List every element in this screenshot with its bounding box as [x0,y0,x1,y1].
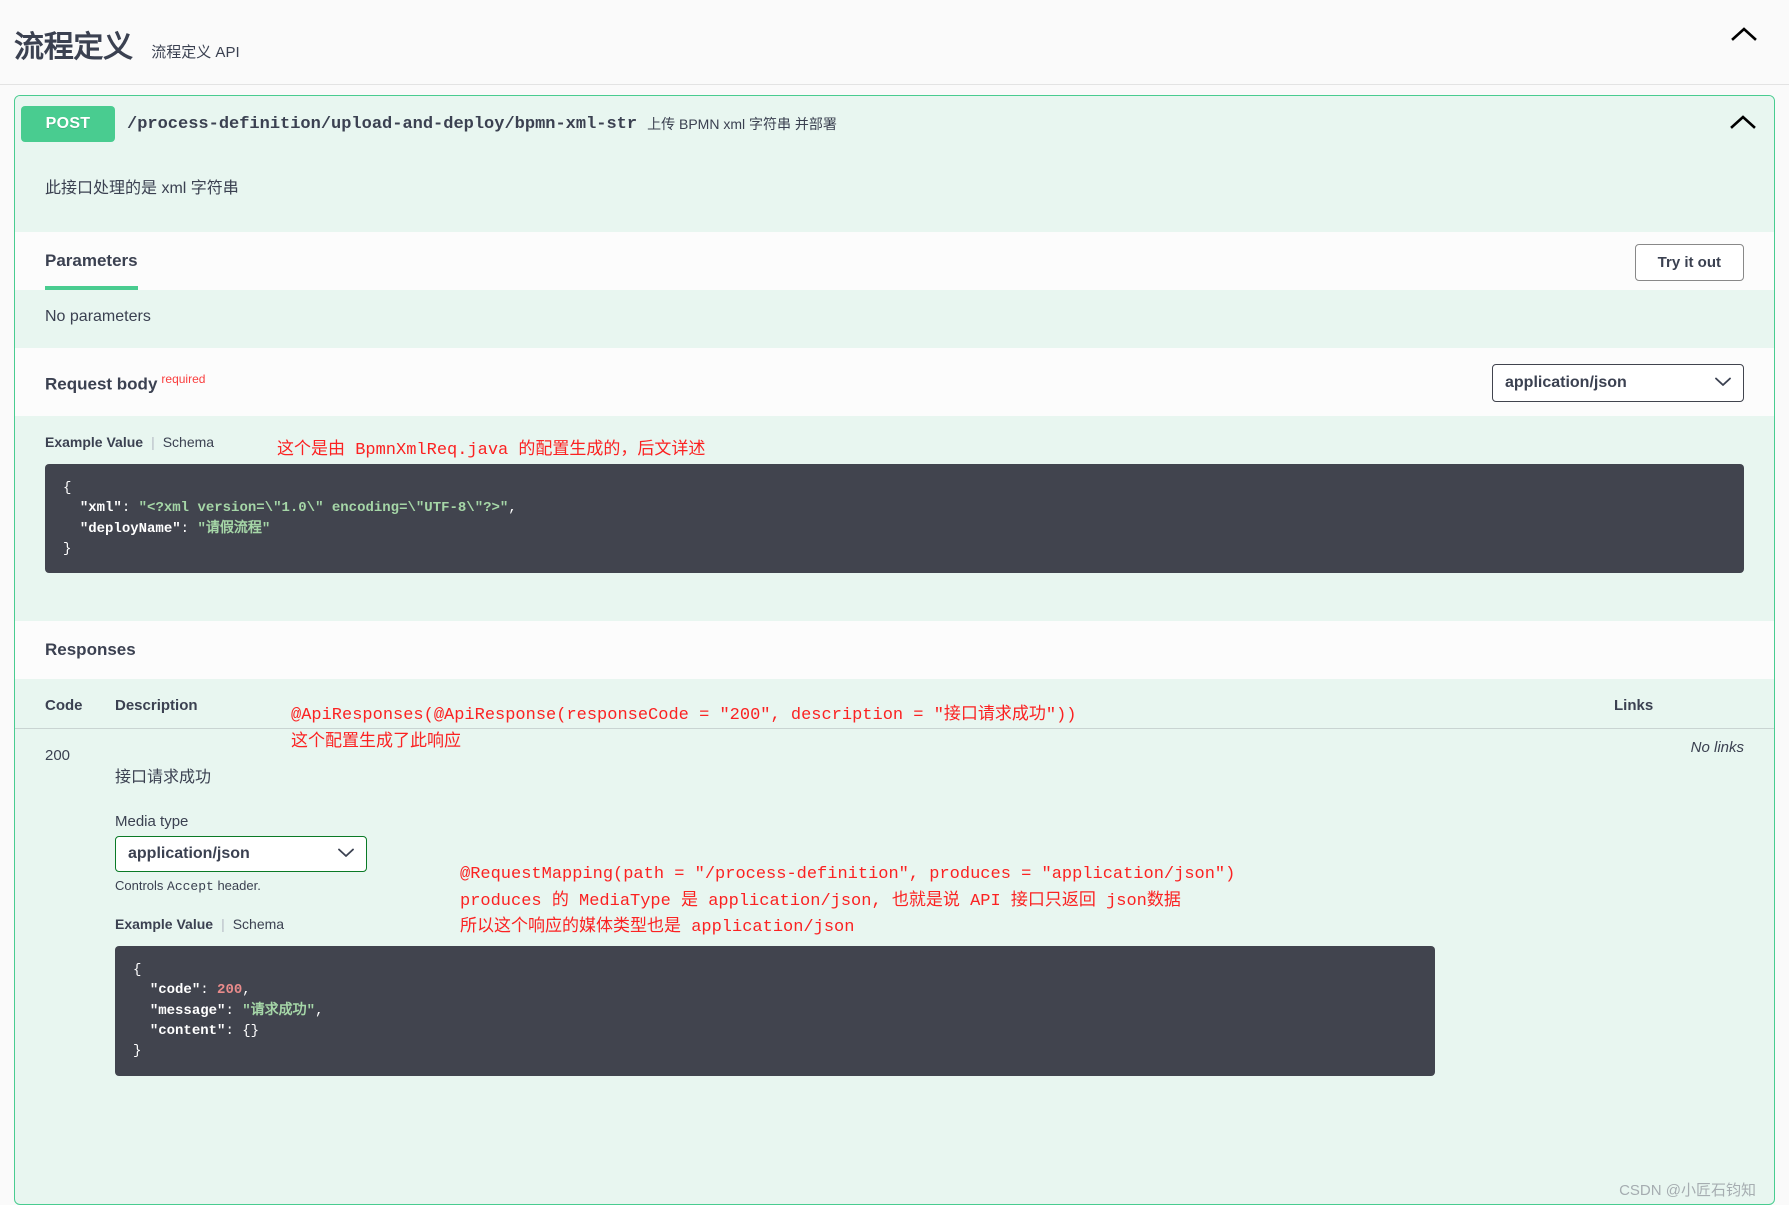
operation-description: 此接口处理的是 xml 字符串 [15,152,1774,232]
chevron-up-icon[interactable] [1731,26,1757,47]
tab-separator: | [151,434,155,450]
operation-body: 此接口处理的是 xml 字符串 Parameters Try it out No… [15,152,1774,1120]
code-token-punct: { [133,962,142,979]
operation-block: POST /process-definition/upload-and-depl… [14,95,1775,1205]
column-header-code: Code [15,679,115,730]
tag-header[interactable]: 流程定义 流程定义 API [0,0,1789,85]
http-method-badge: POST [21,106,115,142]
watermark: CSDN @小匠石钧知 [1619,1182,1756,1199]
request-body-title: Request body [45,374,158,394]
annotation-media-note: @RequestMapping(path = "/process-definit… [460,862,1235,941]
media-type-label: Media type [115,813,189,831]
chevron-up-icon[interactable] [1730,114,1764,135]
operation-summary-row[interactable]: POST /process-definition/upload-and-depl… [15,96,1774,152]
code-token-str: "<?xml version=\"1.0\" encoding=\"UTF-8\… [138,500,509,517]
annotation-response-line2: 这个配置生成了此响应 [291,732,461,752]
code-token-punct: : [180,520,198,537]
code-token-key: "code" [149,982,201,999]
annotation-media-line3: 所以这个响应的媒体类型也是 application/json [460,917,855,937]
code-token-punct: : [200,982,218,999]
column-header-links: Links [1614,679,1774,730]
code-token-str: "请求成功" [242,1002,316,1019]
media-hint-suffix: header. [213,878,261,894]
code-token-punct: {} [242,1023,260,1040]
operation-description-text: 此接口处理的是 xml 字符串 [45,180,239,197]
request-body-header: Request body required application/json [15,348,1774,416]
code-token-key: "deployName" [79,520,181,537]
tab-schema[interactable]: Schema [233,916,284,932]
request-example-code: { "xml": "<?xml version=\"1.0\" encoding… [45,464,1744,574]
code-token-punct: , [508,500,517,517]
responses-section-header: Responses [15,621,1774,680]
code-token-key: "content" [149,1023,226,1040]
code-token-num: 200 [217,982,243,999]
code-token-punct: } [63,540,72,557]
response-example-code: { "code": 200, "message": "请求成功", "conte… [115,946,1435,1076]
tab-example-value[interactable]: Example Value [45,434,143,450]
chevron-down-icon [1715,374,1731,392]
responses-content: @ApiResponses(@ApiResponse(responseCode … [15,679,1774,1120]
tab-example-value[interactable]: Example Value [115,916,213,932]
annotation-media-line2: produces 的 MediaType 是 application/json,… [460,891,1181,911]
code-token-punct: } [133,1043,142,1060]
response-links-cell: No links [1614,729,1774,1090]
code-token-punct: : [121,500,139,517]
no-links-text: No links [1690,739,1744,757]
code-token-punct: : [225,1002,243,1019]
tab-schema[interactable]: Schema [163,434,214,450]
operation-path: /process-definition/upload-and-deploy/bp… [127,114,638,134]
responses-title: Responses [45,640,136,660]
code-token-punct: , [315,1002,324,1019]
code-token-key: "xml" [79,500,122,517]
try-it-out-button[interactable]: Try it out [1634,244,1744,281]
response-media-type-select[interactable]: application/json [115,836,367,873]
response-media-type-value: application/json [128,845,250,863]
code-token-key: "message" [149,1002,226,1019]
code-token-punct: , [242,982,251,999]
required-badge: required [161,371,206,386]
code-token-str: "请假流程" [197,520,271,537]
annotation-request-body-note: 这个是由 BpmnXmlReq.java 的配置生成的，后文详述 [277,441,706,460]
annotation-response-line1: @ApiResponses(@ApiResponse(responseCode … [291,706,1077,726]
media-hint-prefix: Controls [115,878,168,894]
parameters-content: No parameters [15,290,1774,348]
response-description-text: 接口请求成功 [115,769,212,787]
operation-summary: 上传 BPMN xml 字符串 并部署 [647,116,837,132]
request-content-type-select[interactable]: application/json [1492,364,1744,402]
annotation-response-note: @ApiResponses(@ApiResponse(responseCode … [291,703,1077,756]
annotation-media-line1: @RequestMapping(path = "/process-definit… [460,865,1236,885]
request-content-type-value: application/json [1505,374,1627,391]
tab-separator: | [221,916,225,933]
tab-parameters[interactable]: Parameters [45,236,138,290]
response-status-code: 200 [45,747,71,765]
request-body-example: Example Value | Schema 这个是由 BpmnXmlReq.jav… [15,416,1774,622]
parameters-section-header: Parameters Try it out [15,232,1774,290]
tag-description: 流程定义 API [151,44,240,61]
code-token-punct: : [225,1023,243,1040]
page-title: 流程定义 [14,31,133,64]
chevron-down-icon [338,845,354,863]
code-token-punct: { [63,480,72,496]
request-body-label: Request body required [45,372,205,395]
no-parameters-text: No parameters [45,308,151,325]
media-hint-code: Accept [167,879,214,895]
